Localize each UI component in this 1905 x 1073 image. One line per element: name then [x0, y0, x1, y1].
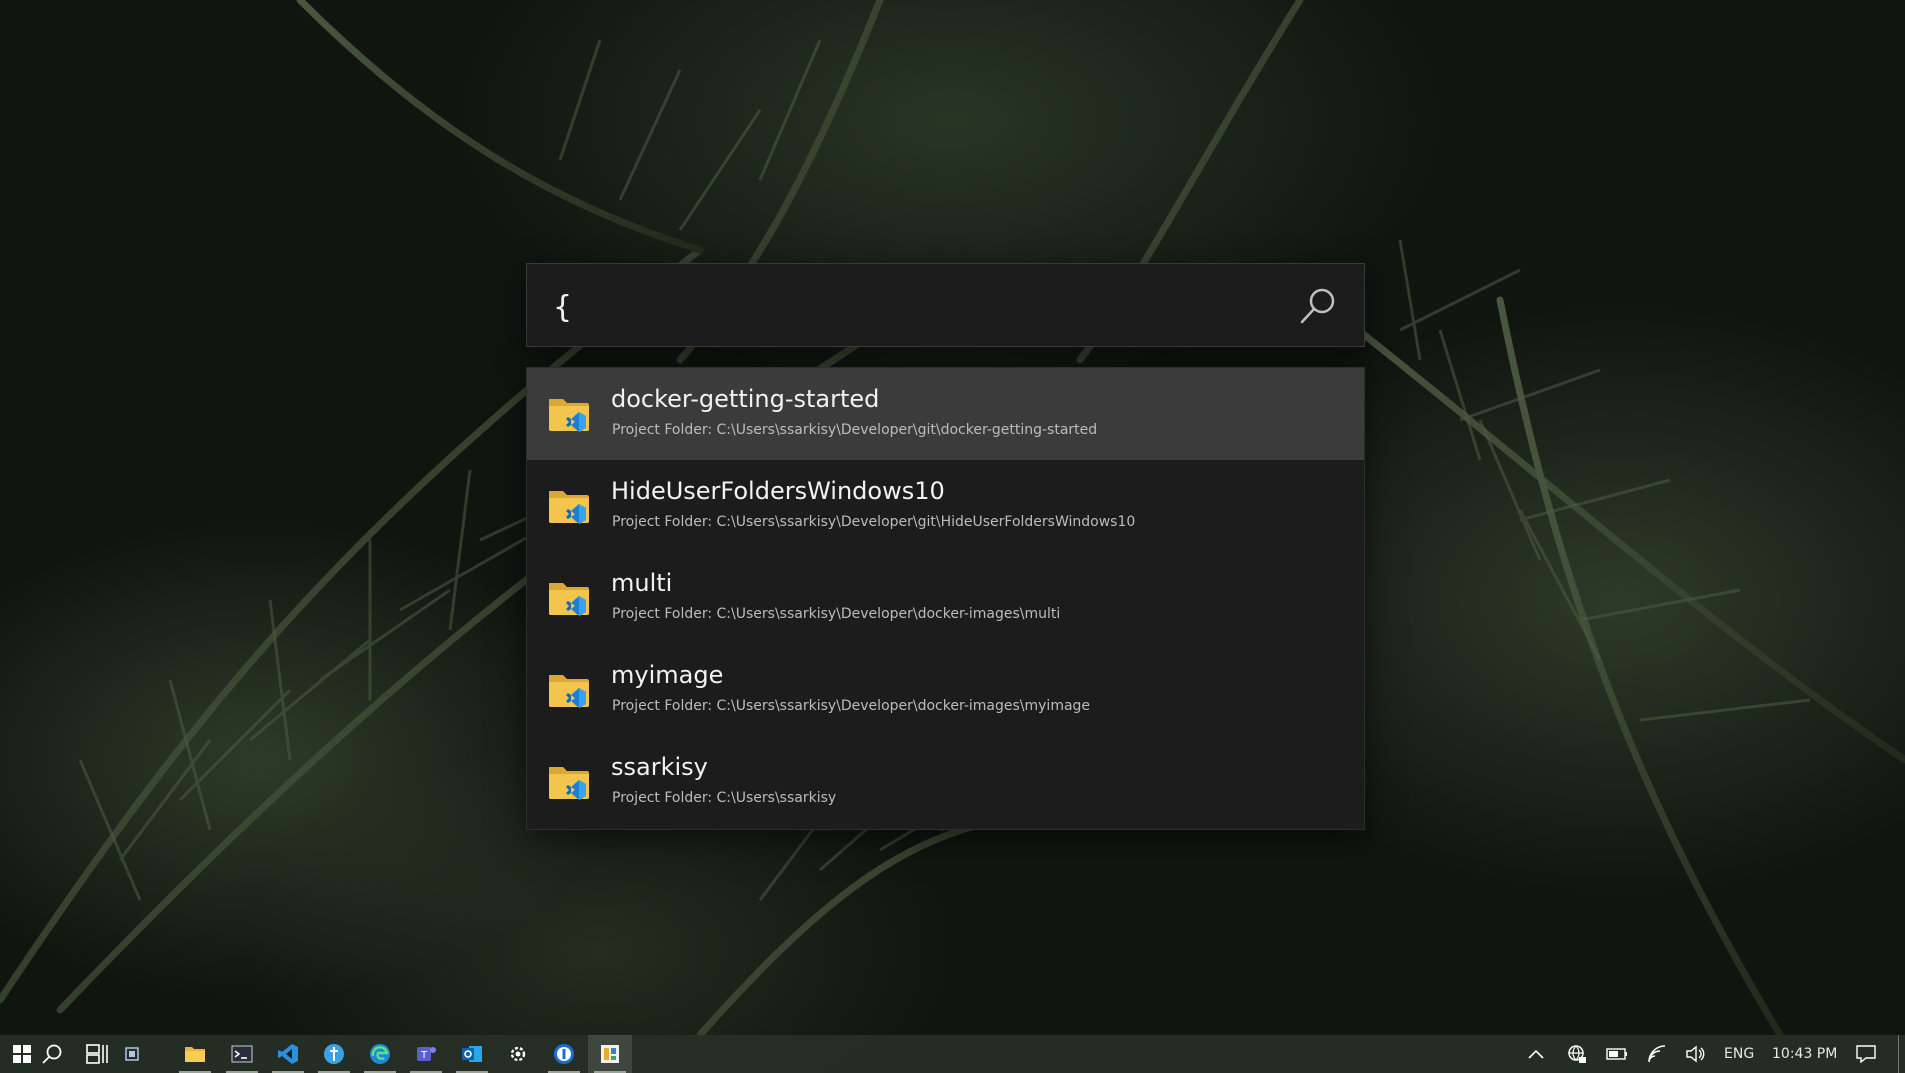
powertoys-icon: [601, 1045, 619, 1063]
clock[interactable]: 10:43 PM: [1772, 1035, 1837, 1073]
result-item[interactable]: myimage Project Folder: C:\Users\ssarkis…: [527, 644, 1364, 736]
launcher-search-box: [526, 263, 1365, 347]
taskbar-search-button[interactable]: [30, 1035, 74, 1073]
taskbar-search-icon: [42, 1044, 62, 1064]
chevron-up-icon: [1528, 1049, 1544, 1059]
result-subtitle: Project Folder: C:\Users\ssarkisy\Develo…: [612, 698, 1091, 714]
vpn-button[interactable]: [1555, 1035, 1599, 1073]
vscode-folder-icon: [549, 399, 589, 432]
result-title: HideUserFoldersWindows10: [611, 477, 945, 505]
wifi-icon: [1648, 1045, 1666, 1063]
terminal-button[interactable]: [220, 1035, 264, 1073]
task-view-icon: [86, 1044, 108, 1064]
result-title: ssarkisy: [611, 753, 708, 781]
edge-button[interactable]: [358, 1035, 402, 1073]
result-item[interactable]: HideUserFoldersWindows10 Project Folder:…: [527, 460, 1364, 552]
result-item[interactable]: docker-getting-started Project Folder: C…: [527, 368, 1364, 460]
taskbar: T ENG 10:43 PM: [0, 1035, 1905, 1073]
settings-button[interactable]: [496, 1035, 540, 1073]
file-explorer-button[interactable]: [173, 1035, 217, 1073]
result-title: multi: [611, 569, 673, 597]
outlook-button[interactable]: [450, 1035, 494, 1073]
speaker-icon: [1686, 1045, 1705, 1063]
edge-icon: [370, 1044, 390, 1064]
result-item[interactable]: ssarkisy Project Folder: C:\Users\ssarki…: [527, 736, 1364, 828]
vscode-button[interactable]: [266, 1035, 310, 1073]
teams-icon: T: [417, 1047, 436, 1061]
globe-lock-icon: [1568, 1045, 1586, 1063]
search-icon[interactable]: [1298, 286, 1338, 326]
terminal-icon: [231, 1045, 253, 1063]
search-input[interactable]: [551, 278, 1275, 336]
windows-start-icon: [13, 1045, 31, 1063]
result-subtitle: Project Folder: C:\Users\ssarkisy\Develo…: [612, 514, 1136, 530]
result-subtitle: Project Folder: C:\Users\ssarkisy: [612, 790, 837, 806]
powertoys-button[interactable]: [588, 1035, 632, 1073]
app-blue-button[interactable]: [312, 1035, 356, 1073]
notification-icon: [1856, 1045, 1876, 1063]
results-list: docker-getting-started Project Folder: C…: [526, 367, 1365, 830]
outlook-icon: [462, 1046, 482, 1062]
show-desktop-button[interactable]: [1898, 1035, 1899, 1073]
language-indicator[interactable]: ENG: [1724, 1035, 1754, 1073]
vscode-folder-icon: [549, 491, 589, 524]
widget-button[interactable]: [110, 1035, 154, 1073]
result-title: myimage: [611, 661, 724, 689]
vscode-icon: [278, 1044, 298, 1064]
svg-text:T: T: [420, 1050, 428, 1061]
result-item[interactable]: multi Project Folder: C:\Users\ssarkisy\…: [527, 552, 1364, 644]
password-manager-button[interactable]: [542, 1035, 586, 1073]
notifications-button[interactable]: [1844, 1035, 1888, 1073]
battery-button[interactable]: [1595, 1035, 1639, 1073]
widget-icon: [125, 1047, 139, 1061]
settings-icon: [510, 1046, 526, 1062]
app-blue-icon: [324, 1044, 344, 1064]
show-hidden-icons-button[interactable]: [1514, 1035, 1558, 1073]
battery-icon: [1606, 1048, 1627, 1060]
result-title: docker-getting-started: [611, 385, 880, 413]
result-subtitle: Project Folder: C:\Users\ssarkisy\Develo…: [612, 422, 1098, 438]
result-subtitle: Project Folder: C:\Users\ssarkisy\Develo…: [612, 606, 1061, 622]
vscode-folder-icon: [549, 675, 589, 708]
teams-button[interactable]: T: [404, 1035, 448, 1073]
password-manager-icon: [554, 1044, 574, 1064]
volume-button[interactable]: [1673, 1035, 1717, 1073]
vscode-folder-icon: [549, 583, 589, 616]
vscode-folder-icon: [549, 767, 589, 800]
file-explorer-icon: [185, 1047, 205, 1062]
